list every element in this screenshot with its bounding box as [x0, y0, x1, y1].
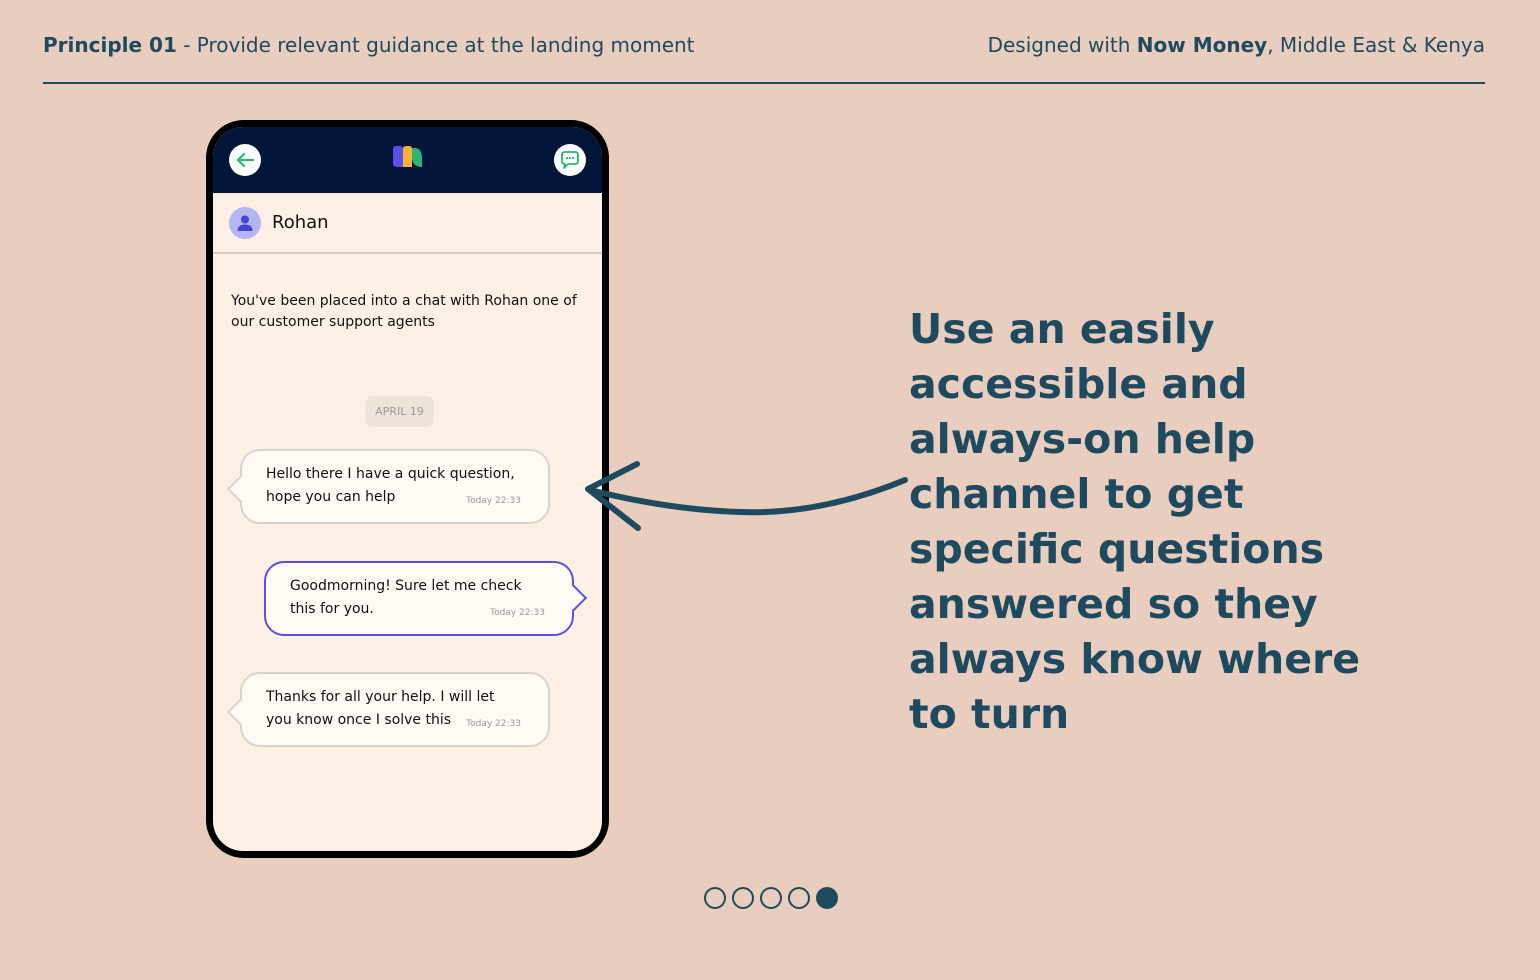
pagination-dot[interactable]	[732, 887, 754, 909]
callout-arrow-icon	[585, 461, 908, 531]
pagination-dots	[704, 887, 838, 909]
principle-title: Principle 01 - Provide relevant guidance…	[43, 33, 695, 57]
message-bubble-incoming: Thanks for all your help. I will let you…	[240, 672, 550, 747]
now-money-logo	[391, 145, 424, 173]
pagination-dot[interactable]	[704, 887, 726, 909]
pagination-dot[interactable]	[788, 887, 810, 909]
chat-bubble-icon	[561, 151, 579, 169]
back-button[interactable]	[229, 144, 261, 176]
designed-with: Designed with Now Money, Middle East & K…	[988, 33, 1485, 57]
agent-name: Rohan	[272, 212, 329, 233]
arrow-left-icon	[236, 152, 255, 168]
chat-intro-text: You've been placed into a chat with Roha…	[231, 293, 577, 330]
message-text: Goodmorning! Sure let me check this for …	[290, 578, 522, 617]
message-time: Today 22:33	[490, 608, 545, 618]
user-icon	[237, 215, 253, 231]
message-time: Today 22:33	[466, 719, 521, 729]
header-divider	[43, 82, 1485, 84]
partner-name: Now Money	[1136, 33, 1268, 57]
principle-number: Principle 01	[43, 33, 177, 57]
avatar	[229, 206, 261, 239]
pagination-dot[interactable]	[760, 887, 782, 909]
designed-prefix: Designed with	[987, 33, 1137, 57]
designed-region: , Middle East & Kenya	[1267, 33, 1485, 57]
pagination-dot-active[interactable]	[816, 887, 838, 909]
chat-button[interactable]	[554, 144, 586, 176]
message-bubble-incoming: Hello there I have a quick question, hop…	[240, 449, 550, 524]
message-bubble-outgoing: Goodmorning! Sure let me check this for …	[264, 561, 574, 636]
tagline: Use an easily accessible and always-on h…	[909, 305, 1361, 738]
principle-description: - Provide relevant guidance at the landi…	[176, 33, 695, 57]
phone-mockup: Rohan You've been placed into a chat wit…	[206, 120, 609, 858]
agent-header: Rohan	[213, 193, 602, 254]
message-time: Today 22:33	[466, 496, 521, 506]
header: Principle 01 - Provide relevant guidance…	[43, 33, 1485, 57]
message-text: Thanks for all your help. I will let you…	[266, 689, 495, 728]
date-separator: APRIL 19	[365, 396, 434, 427]
app-topbar	[213, 127, 602, 193]
phone-screen: Rohan You've been placed into a chat wit…	[213, 127, 602, 851]
